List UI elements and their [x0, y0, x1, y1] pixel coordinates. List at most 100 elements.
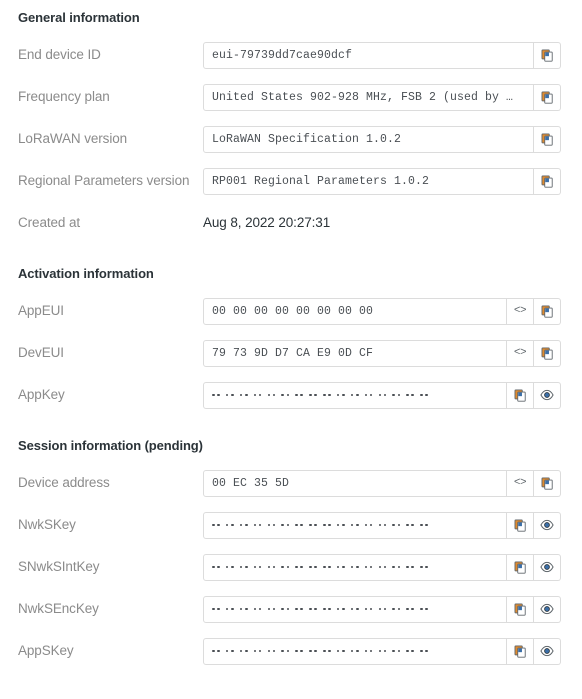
copy-button[interactable] [507, 637, 534, 665]
field-row: Created at Aug 8, 2022 20:27:31 [18, 202, 564, 244]
field-label: DevEUI [18, 345, 64, 360]
field-row: Frequency plan United States 902-928 MHz,… [18, 76, 564, 118]
field-row: Regional Parameters version RP001 Regiona… [18, 160, 564, 202]
mask-dot-pair [281, 649, 290, 653]
copy-icon [514, 561, 527, 574]
mask-dot-pair [309, 649, 317, 653]
mask-dot-pair [253, 649, 262, 653]
mask-dot-pair [323, 649, 331, 653]
field-row: AppSKey [18, 630, 564, 672]
mask-dot-pair [239, 607, 248, 611]
mask-dot-pair [212, 565, 220, 569]
copy-button[interactable] [507, 595, 534, 623]
mask-dot-pair [239, 523, 248, 527]
value-input[interactable]: 79 73 9D D7 CA E9 0D CF [203, 339, 507, 367]
copy-icon [541, 91, 554, 104]
code-icon: <> [513, 476, 527, 489]
mask-dot-pair [392, 649, 401, 653]
reveal-button[interactable] [534, 595, 561, 623]
value-input[interactable]: LoRaWAN Specification 1.0.2 [203, 125, 534, 153]
mask-dot-pair [350, 607, 359, 611]
value-input[interactable]: eui-79739dd7cae90dcf [203, 41, 534, 69]
field-group [203, 595, 561, 623]
copy-button[interactable] [534, 297, 561, 325]
field-row: NwkSKey [18, 504, 564, 546]
eye-icon [540, 644, 554, 658]
field-row: LoRaWAN version LoRaWAN Specification 1.0… [18, 118, 564, 160]
mask-dot-pair [225, 523, 234, 527]
field-group: United States 902-928 MHz, FSB 2 (used b… [203, 83, 561, 111]
eye-icon [540, 388, 554, 402]
mask-dot-pair [225, 565, 234, 569]
mask-dot-pair [323, 607, 331, 611]
code-icon-button[interactable]: <> [507, 297, 534, 325]
copy-icon [541, 477, 554, 490]
mask-dot-pair [267, 393, 276, 397]
field-value: Aug 8, 2022 20:27:31 [203, 215, 331, 230]
value-input[interactable]: RP001 Regional Parameters 1.0.2 [203, 167, 534, 195]
mask-dot-pair [239, 565, 248, 569]
value-input[interactable]: 00 00 00 00 00 00 00 00 [203, 297, 507, 325]
mask-dot-pair [309, 607, 317, 611]
mask-dot-pair [239, 393, 248, 397]
value-input[interactable]: United States 902-928 MHz, FSB 2 (used b… [203, 83, 534, 111]
section-title: Session information (pending) [18, 438, 203, 453]
sections-container: General information End device ID eui-7973… [18, 0, 564, 672]
copy-button[interactable] [507, 553, 534, 581]
code-icon-button[interactable]: <> [507, 339, 534, 367]
mask-dot-pair [392, 607, 401, 611]
secret-input[interactable] [203, 637, 507, 665]
field-group [203, 511, 561, 539]
copy-button[interactable] [534, 339, 561, 367]
mask-dot-pair [364, 649, 373, 653]
mask-dot-pair [323, 523, 331, 527]
reveal-button[interactable] [534, 637, 561, 665]
mask-dot-pair [378, 393, 387, 397]
field-group: eui-79739dd7cae90dcf [203, 41, 561, 69]
eye-icon [540, 518, 554, 532]
mask-dot-pair [420, 523, 428, 527]
secret-input[interactable] [203, 595, 507, 623]
field-label: Device address [18, 475, 110, 490]
section: Activation information AppEUI 00 00 00 00 … [18, 244, 564, 416]
section: Session information (pending) Device addr… [18, 416, 564, 672]
mask-dot-pair [392, 565, 401, 569]
mask-dot-pair [406, 565, 415, 569]
copy-button[interactable] [507, 511, 534, 539]
copy-icon [514, 603, 527, 616]
code-icon-button[interactable]: <> [507, 469, 534, 497]
mask-dot-pair [267, 523, 276, 527]
mask-dot-pair [309, 565, 317, 569]
mask-dot-pair [336, 649, 345, 653]
copy-button[interactable] [534, 83, 561, 111]
copy-button[interactable] [534, 469, 561, 497]
field-label: Regional Parameters version [18, 173, 190, 188]
mask-dot-pair [295, 565, 304, 569]
field-label: LoRaWAN version [18, 131, 128, 146]
mask-dot-pair [350, 523, 359, 527]
mask-dot-pair [378, 607, 387, 611]
field-group: 00 EC 35 5D <> [203, 469, 561, 497]
reveal-button[interactable] [534, 381, 561, 409]
field-group [203, 637, 561, 665]
secret-input[interactable] [203, 381, 507, 409]
reveal-button[interactable] [534, 553, 561, 581]
secret-input[interactable] [203, 511, 507, 539]
reveal-button[interactable] [534, 511, 561, 539]
field-row: SNwkSIntKey [18, 546, 564, 588]
mask-dot-pair [225, 607, 234, 611]
mask-dot-pair [378, 565, 387, 569]
field-group: RP001 Regional Parameters 1.0.2 [203, 167, 561, 195]
field-label: AppSKey [18, 643, 74, 658]
copy-button[interactable] [534, 41, 561, 69]
field-label: AppKey [18, 387, 65, 402]
copy-button[interactable] [534, 125, 561, 153]
value-input[interactable]: 00 EC 35 5D [203, 469, 507, 497]
copy-button[interactable] [507, 381, 534, 409]
mask-dot-pair [364, 393, 373, 397]
copy-button[interactable] [534, 167, 561, 195]
mask-dot-pair [336, 565, 345, 569]
mask-dot-pair [212, 393, 220, 397]
mask-dot-pair [309, 523, 317, 527]
secret-input[interactable] [203, 553, 507, 581]
